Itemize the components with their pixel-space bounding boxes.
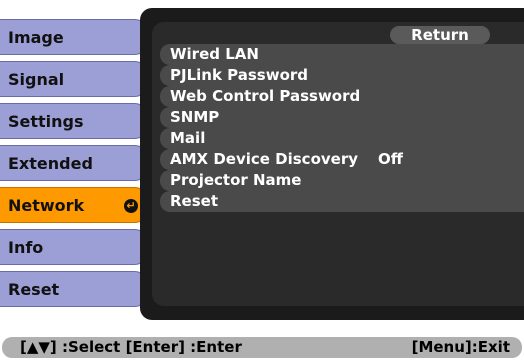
menu-item-label: AMX Device Discovery	[170, 150, 358, 168]
tab-label: Reset	[8, 280, 60, 299]
enter-icon: ↵	[124, 199, 138, 213]
menu-item-web-control-password[interactable]: Web Control Password	[160, 86, 524, 107]
menu-item-label: Wired LAN	[170, 45, 259, 63]
key-help-bar: [▲▼] :Select [Enter] :Enter [Menu]:Exit	[2, 337, 522, 358]
menu-item-label: PJLink Password	[170, 66, 309, 84]
tab-settings[interactable]: Settings	[0, 103, 147, 139]
menu-item-label: SNMP	[170, 108, 220, 126]
menu-item-label: Web Control Password	[170, 87, 361, 105]
menu-item-mail[interactable]: Mail	[160, 128, 524, 149]
menu-item-projector-name[interactable]: Projector Name	[160, 170, 524, 191]
menu-item-wired-lan[interactable]: Wired LAN	[160, 44, 524, 65]
tab-reset[interactable]: Reset	[0, 271, 147, 307]
menu-item-reset[interactable]: Reset	[160, 191, 524, 212]
tab-info[interactable]: Info	[0, 229, 147, 265]
tab-label: Image	[8, 28, 64, 47]
tab-label: Info	[8, 238, 44, 257]
return-button[interactable]: Return	[390, 26, 490, 44]
menu-item-amx-device-discovery[interactable]: AMX Device Discovery Off	[160, 149, 524, 170]
footer-right-help: [Menu]:Exit	[411, 338, 510, 356]
menu-item-pjlink-password[interactable]: PJLink Password	[160, 65, 524, 86]
tab-network[interactable]: Network ↵	[0, 187, 147, 223]
tab-label: Network	[8, 196, 85, 215]
menu-item-snmp[interactable]: SNMP	[160, 107, 524, 128]
tab-label: Settings	[8, 112, 84, 131]
menu-item-label: Projector Name	[170, 171, 302, 189]
tab-label: Extended	[8, 154, 93, 173]
menu-item-value: Off	[378, 150, 403, 168]
menu-item-label: Mail	[170, 129, 206, 147]
tab-extended[interactable]: Extended	[0, 145, 147, 181]
tab-label: Signal	[8, 70, 65, 89]
tab-signal[interactable]: Signal	[0, 61, 147, 97]
footer-left-help: [▲▼] :Select [Enter] :Enter	[20, 338, 242, 356]
category-tabs: Image Signal Settings Extended Network ↵…	[0, 0, 150, 320]
network-menu: Wired LAN PJLink Password Web Control Pa…	[160, 44, 524, 212]
menu-item-label: Reset	[170, 192, 218, 210]
tab-image[interactable]: Image	[0, 19, 147, 55]
